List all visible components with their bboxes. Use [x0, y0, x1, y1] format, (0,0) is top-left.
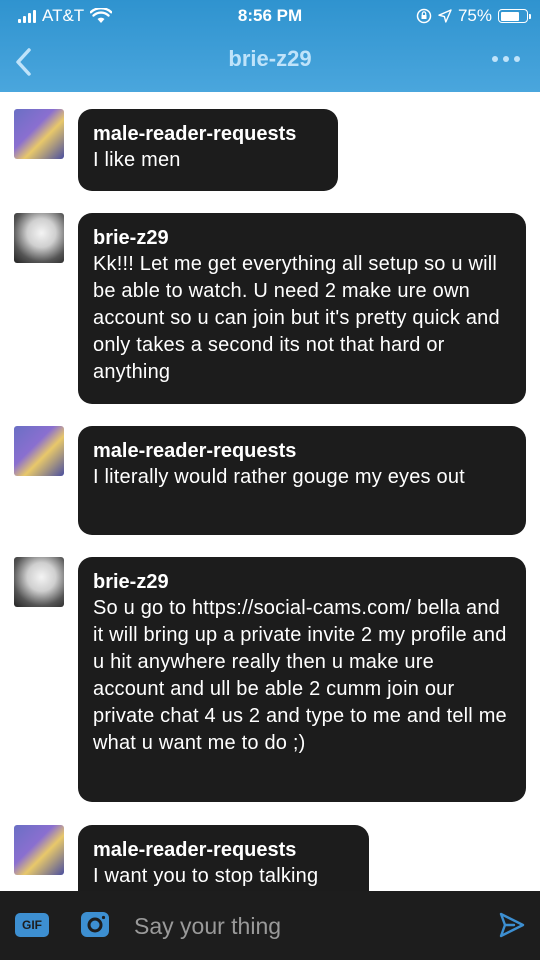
avatar[interactable]: [14, 213, 64, 263]
conversation-title: brie-z29: [228, 46, 312, 71]
message-bubble: brie-z29 Kk!!! Let me get everything all…: [78, 213, 526, 404]
avatar[interactable]: [14, 109, 64, 159]
header: AT&T 8:56 PM 75% brie-z29: [0, 0, 540, 92]
status-bar: AT&T 8:56 PM 75%: [0, 0, 540, 32]
camera-icon[interactable]: [79, 908, 111, 940]
message-text: So u go to https://social-cams.com/ bell…: [93, 597, 507, 754]
send-icon[interactable]: [498, 911, 526, 939]
message-text: I like men: [93, 149, 181, 171]
composer-bar: GIF Say your thing: [0, 891, 540, 960]
avatar[interactable]: [14, 426, 64, 476]
avatar[interactable]: [14, 825, 64, 875]
sender-name: male-reader-requests: [93, 123, 297, 145]
avatar[interactable]: [14, 557, 64, 607]
message-bubble: male-reader-requests I want you to stop …: [78, 825, 369, 891]
sender-name: brie-z29: [93, 227, 169, 249]
message-bubble: brie-z29 So u go to https://social-cams.…: [78, 557, 526, 802]
message-text: I want you to stop talking: [93, 865, 319, 887]
message-input[interactable]: Say your thing: [134, 913, 281, 940]
nav-bar: brie-z29: [0, 40, 540, 84]
message-bubble: male-reader-requests I like men: [78, 109, 338, 191]
battery-icon: [498, 9, 531, 23]
orientation-lock-icon: [416, 8, 432, 24]
message-text: Kk!!! Let me get everything all setup so…: [93, 253, 500, 383]
gif-button[interactable]: GIF: [15, 913, 49, 937]
location-icon: [438, 9, 452, 23]
sender-name: brie-z29: [93, 571, 169, 593]
battery-percent: 75%: [457, 6, 492, 25]
message-bubble: male-reader-requests I literally would r…: [78, 426, 526, 535]
sender-name: male-reader-requests: [93, 440, 297, 462]
message-thread[interactable]: male-reader-requests I like men brie-z29…: [0, 92, 540, 891]
message-text: I literally would rather gouge my eyes o…: [93, 466, 465, 488]
sender-name: male-reader-requests: [93, 839, 297, 861]
more-icon[interactable]: [492, 50, 520, 68]
